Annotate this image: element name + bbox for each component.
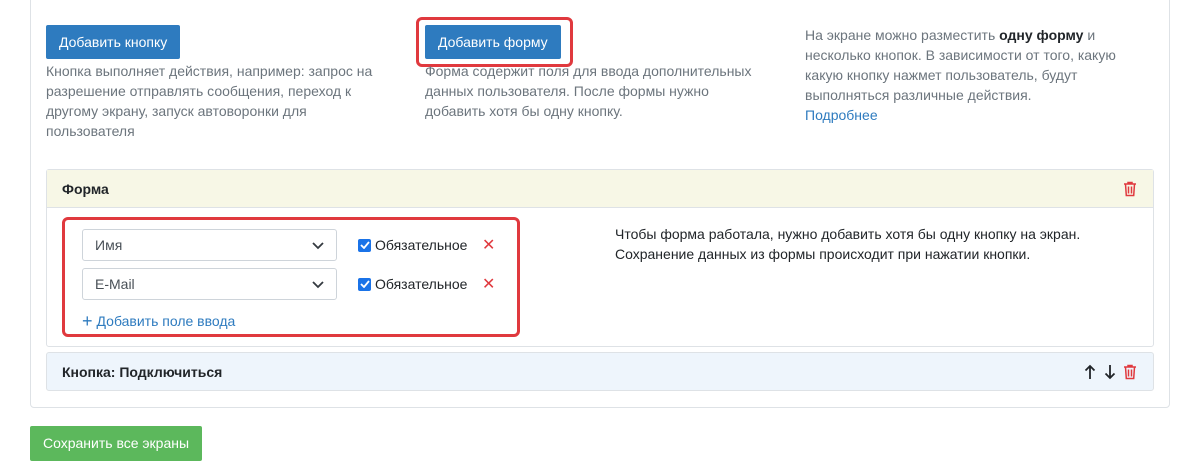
plus-icon: + xyxy=(82,311,93,331)
more-link[interactable]: Подробнее xyxy=(805,107,878,123)
required-checkbox-email[interactable]: Обязательное xyxy=(358,276,467,292)
add-form-button[interactable]: Добавить форму xyxy=(425,25,561,59)
form-note-line1: Чтобы форма работала, нужно добавить хот… xyxy=(615,226,1081,242)
required-label: Обязательное xyxy=(375,237,468,253)
form-note: Чтобы форма работала, нужно добавить хот… xyxy=(615,224,1080,264)
field-select-email[interactable]: E-Mail xyxy=(82,268,337,300)
button-panel-header: Кнопка: Подключиться xyxy=(47,353,1153,391)
field-select-value: E-Mail xyxy=(95,276,135,292)
field-select-name[interactable]: Имя xyxy=(82,229,337,261)
required-label: Обязательное xyxy=(375,276,468,292)
form-panel-title: Форма xyxy=(62,180,109,197)
chevron-down-icon xyxy=(312,237,324,253)
checkbox-checked-icon[interactable] xyxy=(358,238,371,252)
checkbox-checked-icon[interactable] xyxy=(358,277,371,291)
add-button-button[interactable]: Добавить кнопку xyxy=(46,25,181,59)
save-all-screens-button[interactable]: Сохранить все экраны xyxy=(30,426,203,461)
arrow-down-icon[interactable] xyxy=(1102,364,1118,380)
info-text-bold: одну форму xyxy=(999,27,1084,43)
screen-info-text: На экране можно разместить одну форму и … xyxy=(805,25,1145,125)
chevron-down-icon xyxy=(312,276,324,292)
arrow-up-icon[interactable] xyxy=(1082,364,1098,380)
required-checkbox-name[interactable]: Обязательное xyxy=(358,237,467,253)
form-note-line2: Сохранение данных из формы происходит пр… xyxy=(615,246,1031,262)
form-panel-header: Форма xyxy=(47,170,1153,208)
trash-icon[interactable] xyxy=(1122,181,1138,197)
trash-icon[interactable] xyxy=(1122,364,1138,380)
add-button-description: Кнопка выполняет действия, например: зап… xyxy=(46,63,373,139)
remove-field-icon[interactable]: ✕ xyxy=(482,277,495,293)
remove-field-icon[interactable]: ✕ xyxy=(482,238,495,254)
add-field-link[interactable]: + Добавить поле ввода xyxy=(82,312,235,330)
button-panel-title: Кнопка: Подключиться xyxy=(62,364,223,380)
button-panel[interactable]: Кнопка: Подключиться xyxy=(46,352,1154,391)
info-text-before: На экране можно разместить xyxy=(805,27,1000,43)
field-select-value: Имя xyxy=(95,237,123,253)
add-field-label: Добавить поле ввода xyxy=(96,313,236,329)
add-form-description: Форма содержит поля для ввода дополнител… xyxy=(425,63,752,119)
